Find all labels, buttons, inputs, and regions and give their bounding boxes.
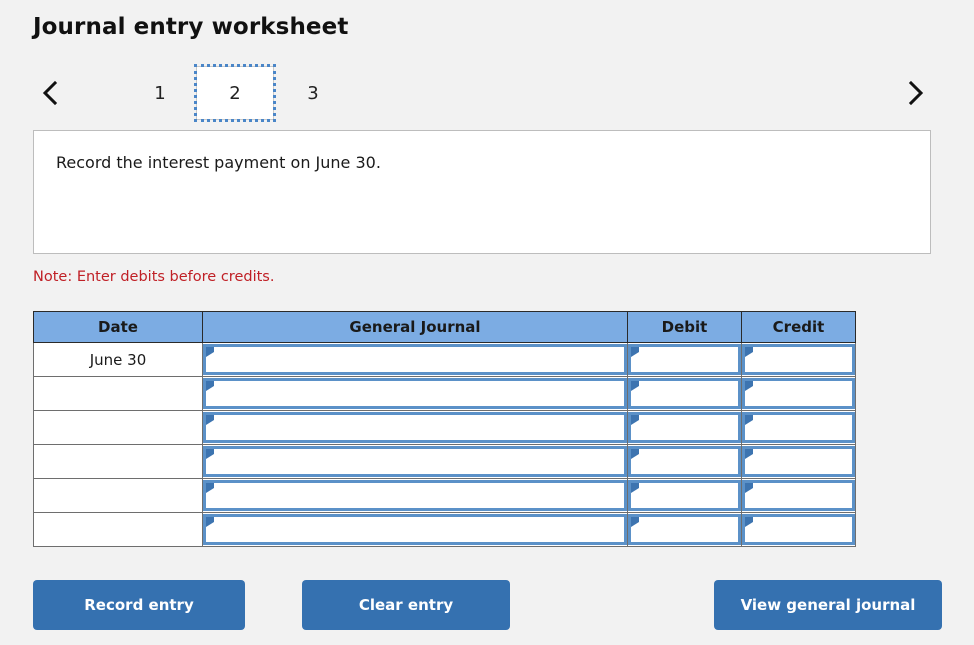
table-row <box>33 444 856 479</box>
table-row <box>33 478 856 513</box>
credit-input[interactable] <box>742 344 855 375</box>
general-journal-cell[interactable] <box>202 410 628 445</box>
dropdown-triangle-icon <box>206 381 214 391</box>
debit-cell[interactable] <box>627 342 742 377</box>
credit-cell[interactable] <box>741 478 856 513</box>
date-cell[interactable] <box>33 376 203 411</box>
pager-page-2[interactable]: 2 <box>194 64 276 122</box>
credit-input[interactable] <box>742 446 855 477</box>
chevron-left-icon <box>40 79 60 107</box>
credit-input[interactable] <box>742 412 855 443</box>
debit-cell[interactable] <box>627 478 742 513</box>
general-journal-input[interactable] <box>203 446 627 477</box>
general-journal-input[interactable] <box>203 412 627 443</box>
journal-entry-table: Date General Journal Debit Credit June 3… <box>33 311 856 547</box>
column-header-credit: Credit <box>741 311 856 343</box>
debit-cell[interactable] <box>627 512 742 547</box>
debits-before-credits-note: Note: Enter debits before credits. <box>33 269 275 285</box>
general-journal-cell[interactable] <box>202 444 628 479</box>
general-journal-cell[interactable] <box>202 512 628 547</box>
chevron-right-icon <box>906 79 926 107</box>
dropdown-triangle-icon <box>631 415 639 425</box>
debit-input[interactable] <box>628 412 741 443</box>
debit-input[interactable] <box>628 344 741 375</box>
journal-entry-worksheet-page: Journal entry worksheet 1 2 3 Record the… <box>0 0 974 645</box>
pager-page-1[interactable]: 1 <box>121 66 199 120</box>
debit-input[interactable] <box>628 480 741 511</box>
date-cell[interactable] <box>33 478 203 513</box>
date-cell[interactable] <box>33 444 203 479</box>
general-journal-cell[interactable] <box>202 478 628 513</box>
worksheet-pager: 1 2 3 <box>33 64 933 122</box>
dropdown-triangle-icon <box>631 347 639 357</box>
credit-input[interactable] <box>742 514 855 545</box>
pager-next-button[interactable] <box>899 66 933 120</box>
general-journal-input[interactable] <box>203 480 627 511</box>
dropdown-triangle-icon <box>206 449 214 459</box>
column-header-general-journal: General Journal <box>202 311 628 343</box>
record-entry-button[interactable]: Record entry <box>33 580 245 630</box>
instruction-text: Record the interest payment on June 30. <box>56 153 381 172</box>
clear-entry-button[interactable]: Clear entry <box>302 580 510 630</box>
dropdown-triangle-icon <box>631 381 639 391</box>
general-journal-cell[interactable] <box>202 376 628 411</box>
debit-cell[interactable] <box>627 376 742 411</box>
credit-cell[interactable] <box>741 444 856 479</box>
dropdown-triangle-icon <box>745 381 753 391</box>
table-row <box>33 410 856 445</box>
date-cell[interactable] <box>33 410 203 445</box>
pager-page-1-label: 1 <box>154 82 166 104</box>
dropdown-triangle-icon <box>745 449 753 459</box>
general-journal-input[interactable] <box>203 378 627 409</box>
general-journal-cell[interactable] <box>202 342 628 377</box>
dropdown-triangle-icon <box>206 347 214 357</box>
debit-input[interactable] <box>628 378 741 409</box>
credit-cell[interactable] <box>741 512 856 547</box>
instruction-panel: Record the interest payment on June 30. <box>33 130 931 254</box>
credit-input[interactable] <box>742 480 855 511</box>
credit-input[interactable] <box>742 378 855 409</box>
dropdown-triangle-icon <box>631 483 639 493</box>
credit-cell[interactable] <box>741 376 856 411</box>
pager-page-3[interactable]: 3 <box>274 66 352 120</box>
credit-cell[interactable] <box>741 342 856 377</box>
dropdown-triangle-icon <box>206 415 214 425</box>
dropdown-triangle-icon <box>745 347 753 357</box>
dropdown-triangle-icon <box>745 415 753 425</box>
debit-input[interactable] <box>628 446 741 477</box>
credit-cell[interactable] <box>741 410 856 445</box>
view-general-journal-button[interactable]: View general journal <box>714 580 942 630</box>
dropdown-triangle-icon <box>745 517 753 527</box>
pager-page-3-label: 3 <box>307 82 319 104</box>
date-cell[interactable] <box>33 512 203 547</box>
debit-input[interactable] <box>628 514 741 545</box>
dropdown-triangle-icon <box>745 483 753 493</box>
pager-prev-button[interactable] <box>33 66 67 120</box>
debit-cell[interactable] <box>627 444 742 479</box>
general-journal-input[interactable] <box>203 344 627 375</box>
page-title: Journal entry worksheet <box>33 14 349 40</box>
dropdown-triangle-icon <box>631 517 639 527</box>
table-header-row: Date General Journal Debit Credit <box>33 311 856 343</box>
dropdown-triangle-icon <box>206 483 214 493</box>
table-row <box>33 512 856 547</box>
column-header-debit: Debit <box>627 311 742 343</box>
dropdown-triangle-icon <box>206 517 214 527</box>
column-header-date: Date <box>33 311 203 343</box>
table-row: June 30 <box>33 342 856 377</box>
debit-cell[interactable] <box>627 410 742 445</box>
table-row <box>33 376 856 411</box>
general-journal-input[interactable] <box>203 514 627 545</box>
pager-page-2-label: 2 <box>229 82 241 104</box>
date-cell[interactable]: June 30 <box>33 342 203 377</box>
dropdown-triangle-icon <box>631 449 639 459</box>
